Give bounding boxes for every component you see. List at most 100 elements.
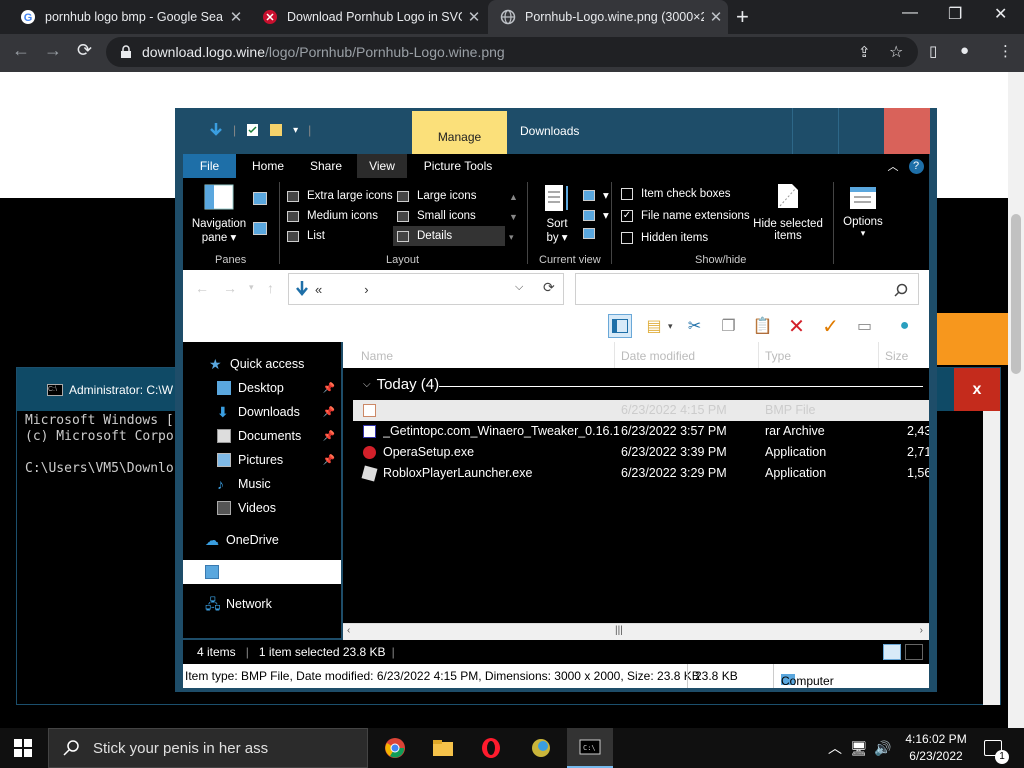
search-box[interactable]	[575, 273, 919, 305]
profile-icon[interactable]: ●	[960, 42, 969, 59]
new-folder-icon[interactable]	[269, 123, 283, 137]
scroll-thumb-grip[interactable]: |||	[615, 625, 623, 636]
network-globe-icon[interactable]: ●	[893, 314, 917, 338]
up-arrow-icon[interactable]: ↑	[267, 280, 274, 296]
navigation-pane-button[interactable]: Navigation pane ▾	[191, 184, 247, 244]
bookmark-star-icon[interactable]: ☆	[889, 42, 903, 62]
group-header-today[interactable]: ⌵ Today (4)	[363, 376, 439, 393]
nav-this-pc[interactable]	[183, 560, 341, 584]
scroll-left-icon[interactable]: ‹	[347, 625, 350, 636]
new-tab-button[interactable]: +	[736, 4, 749, 30]
tab-logo-wine[interactable]: Download Pornhub Logo in SVG ✕	[250, 0, 486, 34]
share-icon[interactable]: ⇪	[858, 43, 871, 61]
taskbar-cmd[interactable]: C:\	[567, 728, 613, 768]
restore-icon[interactable]: ❐	[948, 4, 962, 24]
taskbar-app-shell[interactable]	[518, 728, 564, 768]
minimize-button[interactable]	[792, 108, 838, 154]
cmd-scrollbar[interactable]	[983, 411, 1000, 705]
nav-quick-access[interactable]: ★ Quick access	[183, 352, 341, 376]
tab-manage[interactable]: Manage	[412, 111, 507, 154]
layout-small-icons[interactable]: Small icons	[397, 210, 476, 222]
taskbar-chrome[interactable]	[372, 728, 418, 768]
sort-by-button[interactable]: Sort by ▾	[539, 184, 575, 244]
network-tray-icon[interactable]: 🖥	[850, 728, 868, 768]
volume-icon[interactable]: 🔊	[874, 728, 891, 768]
cut-icon[interactable]: ✂	[683, 314, 707, 338]
collapse-ribbon-icon[interactable]: ︿	[883, 154, 903, 178]
nav-videos[interactable]: Videos	[183, 496, 341, 520]
tab-logo-png[interactable]: Pornhub-Logo.wine.png (3000×2 ✕	[488, 0, 728, 34]
details-pane-icon[interactable]	[253, 222, 275, 235]
tab-share[interactable]: Share	[301, 154, 351, 178]
nav-downloads[interactable]: ⬇ Downloads 📌	[183, 400, 341, 424]
forward-arrow-icon[interactable]: →	[223, 280, 237, 296]
details-view-icon[interactable]	[883, 644, 901, 660]
maximize-button[interactable]	[838, 108, 884, 154]
tab-picture-tools[interactable]: Picture Tools	[415, 154, 501, 178]
clock[interactable]: 4:16:02 PM 6/23/2022	[896, 731, 976, 765]
taskbar-opera[interactable]	[468, 728, 514, 768]
notification-center-icon[interactable]: 1	[984, 728, 1009, 768]
item-check-boxes-checkbox[interactable]: Item check boxes	[621, 188, 730, 200]
delete-icon[interactable]: ✕	[785, 314, 809, 338]
file-name-extensions-checkbox[interactable]: ✓ File name extensions	[621, 210, 750, 222]
column-type[interactable]: Type	[765, 349, 791, 363]
page-scrollbar[interactable]	[1008, 72, 1024, 728]
layout-extra-large-icons[interactable]: Extra large icons	[287, 190, 393, 202]
properties-icon[interactable]	[246, 123, 259, 137]
nav-desktop[interactable]: Desktop 📌	[183, 376, 341, 400]
close-tab-icon[interactable]: ✕	[462, 8, 486, 26]
taskbar-file-explorer[interactable]	[420, 728, 466, 768]
file-row-roblox[interactable]: RobloxPlayerLauncher.exe 6/23/2022 3:29 …	[353, 463, 929, 484]
recent-locations-icon[interactable]: ▾	[249, 282, 254, 293]
address-overflow[interactable]: «	[315, 282, 322, 297]
close-tab-icon[interactable]: ✕	[704, 8, 728, 26]
qat-dropdown-icon[interactable]: ▾	[293, 125, 298, 136]
forward-icon[interactable]: →	[44, 40, 62, 61]
minimize-icon[interactable]: —	[902, 4, 918, 22]
close-tab-icon[interactable]: ✕	[224, 8, 248, 26]
column-size[interactable]: Size	[885, 349, 908, 363]
select-icon[interactable]: ✓	[819, 314, 843, 338]
hide-selected-items-button[interactable]: Hide selected items	[753, 182, 823, 242]
nav-network[interactable]: 🖧 Network	[183, 592, 341, 616]
address-dropdown-icon[interactable]: ⌵	[515, 281, 523, 294]
layout-scroll-up-icon[interactable]: ▲	[509, 192, 518, 202]
close-window-icon[interactable]: ✕	[994, 4, 1007, 24]
nav-onedrive[interactable]: ☁ OneDrive	[183, 528, 341, 552]
address-bar[interactable]: download.logo.wine/logo/Pornhub/Pornhub-…	[106, 37, 918, 67]
explorer-titlebar[interactable]: | ▾ | Manage Downloads	[175, 108, 937, 154]
rename-icon[interactable]: ▭	[853, 314, 877, 338]
scrollbar-thumb[interactable]	[1011, 214, 1021, 374]
column-name[interactable]: Name	[361, 349, 393, 363]
nav-pictures[interactable]: Pictures 📌	[183, 448, 341, 472]
column-date-modified[interactable]: Date modified	[621, 349, 695, 363]
back-arrow-icon[interactable]: ←	[195, 280, 209, 296]
toolbar-dropdown-icon[interactable]: ▾	[668, 321, 673, 332]
refresh-icon[interactable]: ⟳	[543, 279, 555, 296]
address-chevron[interactable]: ›	[364, 282, 368, 297]
back-icon[interactable]: ←	[12, 40, 30, 61]
tab-google-search[interactable]: G pornhub logo bmp - Google Sea ✕	[8, 0, 248, 34]
reload-icon[interactable]: ⟳	[77, 40, 92, 61]
hidden-items-checkbox[interactable]: Hidden items	[621, 232, 708, 244]
menu-icon[interactable]: ⋮	[998, 42, 1013, 60]
help-icon[interactable]: ?	[907, 154, 925, 178]
layout-list[interactable]: List	[287, 230, 325, 242]
preview-pane-toggle-icon[interactable]	[608, 314, 632, 338]
options-button[interactable]: Options ▾	[839, 186, 887, 239]
layout-large-icons[interactable]: Large icons	[397, 190, 476, 202]
nav-music[interactable]: ♪ Music	[183, 472, 341, 496]
layout-more-icon[interactable]: ▾	[509, 232, 514, 243]
large-icons-view-icon[interactable]	[905, 644, 923, 660]
scroll-right-icon[interactable]: ›	[920, 625, 923, 636]
size-columns-icon[interactable]	[583, 228, 603, 239]
preview-pane-icon[interactable]	[253, 192, 275, 205]
tab-file[interactable]: File	[183, 154, 236, 178]
nav-documents[interactable]: Documents 📌	[183, 424, 341, 448]
tab-view[interactable]: View	[357, 154, 407, 178]
copy-icon[interactable]: ❐	[717, 314, 741, 338]
start-button[interactable]	[0, 728, 46, 768]
cmd-close-button[interactable]: x	[954, 368, 1000, 411]
layout-details[interactable]: Details	[393, 226, 505, 246]
